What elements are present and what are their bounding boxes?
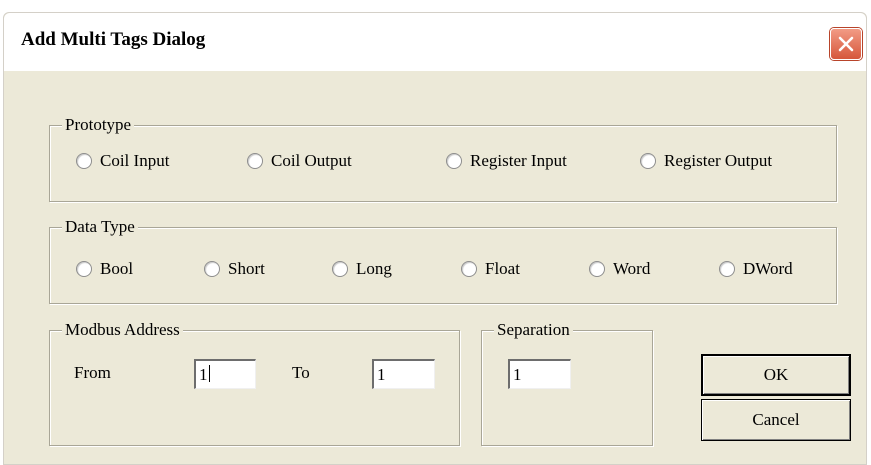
text-caret: [208, 365, 210, 382]
modbus-address-legend: Modbus Address: [62, 319, 183, 341]
cancel-button[interactable]: Cancel: [701, 399, 851, 441]
radio-label: Bool: [100, 259, 134, 278]
data-type-legend: Data Type: [62, 216, 138, 238]
radio-label: Coil Output: [271, 151, 352, 170]
radio-circle-icon: [461, 261, 477, 277]
close-button[interactable]: [830, 28, 862, 60]
prototype-group: Prototype Coil Input Coil Output Registe…: [49, 114, 837, 202]
ok-label: OK: [763, 365, 789, 384]
separation-group: Separation 1: [481, 319, 653, 446]
radio-word[interactable]: Word: [589, 259, 650, 279]
close-icon: [838, 36, 854, 52]
radio-label: Long: [356, 259, 392, 278]
radio-short[interactable]: Short: [204, 259, 265, 279]
prototype-legend: Prototype: [62, 114, 135, 136]
radio-circle-icon: [332, 261, 348, 277]
dialog-title: Add Multi Tags Dialog: [21, 29, 206, 50]
radio-circle-icon: [247, 153, 263, 169]
radio-long[interactable]: Long: [332, 259, 392, 279]
radio-circle-icon: [446, 153, 462, 169]
title-bar: Add Multi Tags Dialog: [4, 13, 866, 71]
radio-bool[interactable]: Bool: [76, 259, 133, 279]
radio-coil-input[interactable]: Coil Input: [76, 151, 169, 171]
ok-button[interactable]: OK: [701, 354, 851, 396]
radio-dword[interactable]: DWord: [719, 259, 793, 279]
to-input[interactable]: 1: [372, 359, 435, 389]
radio-circle-icon: [76, 153, 92, 169]
radio-label: Short: [228, 259, 265, 278]
radio-circle-icon: [640, 153, 656, 169]
radio-label: Register Output: [664, 151, 773, 170]
to-label: To: [292, 363, 310, 382]
data-type-group: Data Type Bool Short Long Float Word DWo…: [49, 216, 837, 304]
cancel-label: Cancel: [752, 410, 800, 429]
to-value: 1: [377, 365, 386, 384]
radio-coil-output[interactable]: Coil Output: [247, 151, 352, 171]
radio-circle-icon: [719, 261, 735, 277]
modbus-address-group: Modbus Address From 1 To 1: [49, 319, 460, 446]
separation-input[interactable]: 1: [508, 359, 571, 389]
radio-circle-icon: [204, 261, 220, 277]
radio-circle-icon: [76, 261, 92, 277]
radio-float[interactable]: Float: [461, 259, 520, 279]
radio-label: Coil Input: [100, 151, 170, 170]
radio-register-input[interactable]: Register Input: [446, 151, 567, 171]
radio-circle-icon: [589, 261, 605, 277]
from-input[interactable]: 1: [194, 359, 256, 389]
radio-label: Word: [613, 259, 651, 278]
radio-label: DWord: [743, 259, 793, 278]
add-multi-tags-dialog: Add Multi Tags Dialog Prototype Coil Inp…: [3, 12, 867, 465]
separation-legend: Separation: [494, 319, 573, 341]
radio-label: Register Input: [470, 151, 567, 170]
from-label: From: [74, 363, 111, 382]
separation-value: 1: [513, 365, 522, 384]
from-value: 1: [199, 365, 208, 384]
radio-label: Float: [485, 259, 520, 278]
radio-register-output[interactable]: Register Output: [640, 151, 772, 171]
